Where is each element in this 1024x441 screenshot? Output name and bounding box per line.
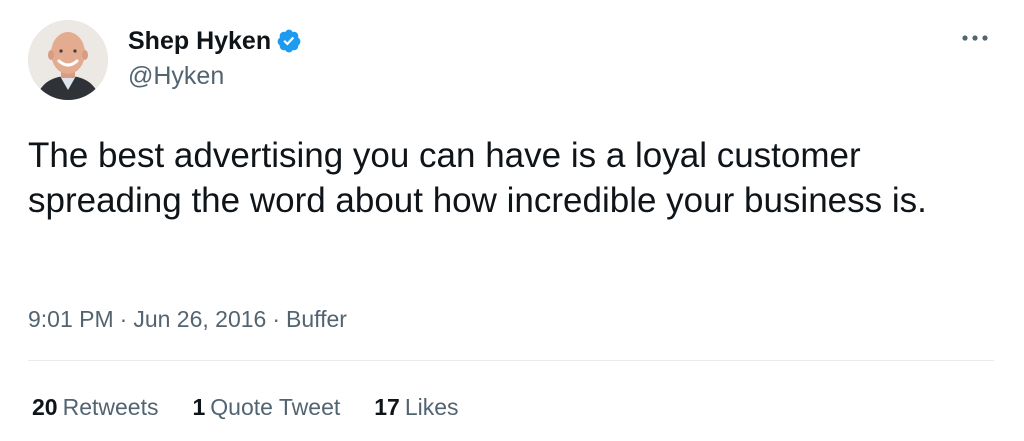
verified-badge-icon — [276, 28, 302, 54]
user-handle[interactable]: @Hyken — [128, 62, 302, 91]
likes-stat[interactable]: 17 Likes — [374, 394, 458, 421]
more-options-icon[interactable] — [960, 28, 990, 48]
retweets-count: 20 — [32, 394, 58, 420]
quote-tweets-stat[interactable]: 1 Quote Tweet — [192, 394, 340, 421]
meta-separator: · — [272, 306, 281, 332]
tweet-text: The best advertising you can have is a l… — [28, 136, 927, 220]
retweets-label: Retweets — [62, 394, 159, 420]
author-info: Shep Hyken @Hyken — [128, 24, 302, 91]
quote-tweets-count: 1 — [192, 394, 206, 420]
display-name[interactable]: Shep Hyken — [128, 27, 271, 56]
tweet-date[interactable]: Jun 26, 2016 — [133, 306, 266, 332]
likes-label: Likes — [404, 394, 459, 420]
meta-separator: · — [119, 306, 128, 332]
tweet-metadata: 9:01 PM · Jun 26, 2016 · Buffer — [28, 306, 347, 333]
name-row: Shep Hyken — [128, 24, 302, 58]
quote-tweets-label: Quote Tweet — [210, 394, 341, 420]
tweet-card: Shep Hyken @Hyken The best advertising y… — [0, 0, 1024, 441]
avatar[interactable] — [28, 20, 108, 100]
tweet-time[interactable]: 9:01 PM — [28, 306, 114, 332]
likes-count: 17 — [374, 394, 400, 420]
avatar-image — [28, 20, 108, 100]
retweets-stat[interactable]: 20 Retweets — [32, 394, 158, 421]
divider — [28, 360, 994, 361]
tweet-source[interactable]: Buffer — [286, 306, 347, 332]
tweet-stats: 20 Retweets 1 Quote Tweet 17 Likes — [32, 394, 493, 421]
